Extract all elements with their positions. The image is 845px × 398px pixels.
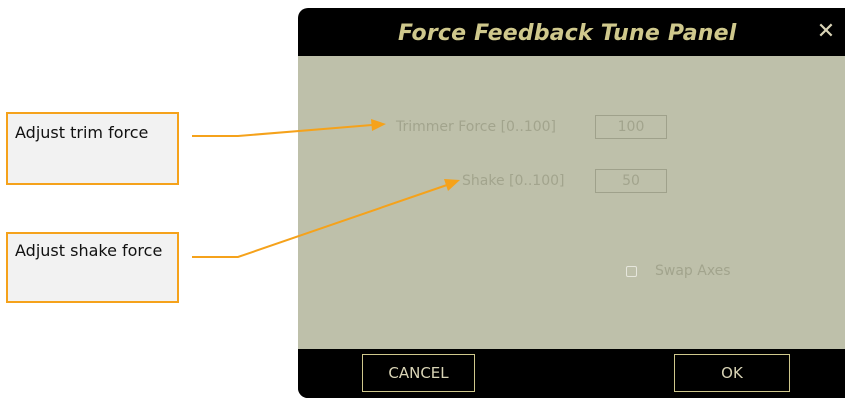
dialog-title: Force Feedback Tune Panel — [398, 21, 737, 46]
shake-label: Shake [0..100] — [462, 173, 565, 189]
force-feedback-dialog: Force Feedback Tune Panel ✕ Trimmer Forc… — [298, 8, 845, 398]
screenshot-stage: Adjust trim force Adjust shake force For… — [0, 0, 845, 398]
swap-axes-checkbox[interactable] — [626, 265, 637, 277]
callout-adjust-trim: Adjust trim force — [6, 112, 179, 185]
callout-adjust-trim-text: Adjust trim force — [15, 123, 149, 142]
trimmer-force-input[interactable] — [595, 115, 667, 139]
dialog-body: Trimmer Force [0..100] Shake [0..100] Sw… — [298, 56, 845, 349]
dialog-titlebar: Force Feedback Tune Panel ✕ — [298, 8, 845, 56]
ok-button[interactable]: OK — [674, 354, 790, 392]
swap-axes-option[interactable]: Swap Axes — [626, 261, 731, 281]
trimmer-force-label: Trimmer Force [0..100] — [396, 119, 557, 135]
shake-input[interactable] — [595, 169, 667, 193]
callout-adjust-shake-text: Adjust shake force — [15, 241, 163, 260]
swap-axes-label: Swap Axes — [655, 263, 731, 279]
cancel-button[interactable]: CANCEL — [362, 354, 475, 392]
dialog-footer: CANCEL OK — [298, 349, 845, 398]
close-icon[interactable]: ✕ — [814, 20, 838, 44]
callout-adjust-shake: Adjust shake force — [6, 232, 179, 303]
